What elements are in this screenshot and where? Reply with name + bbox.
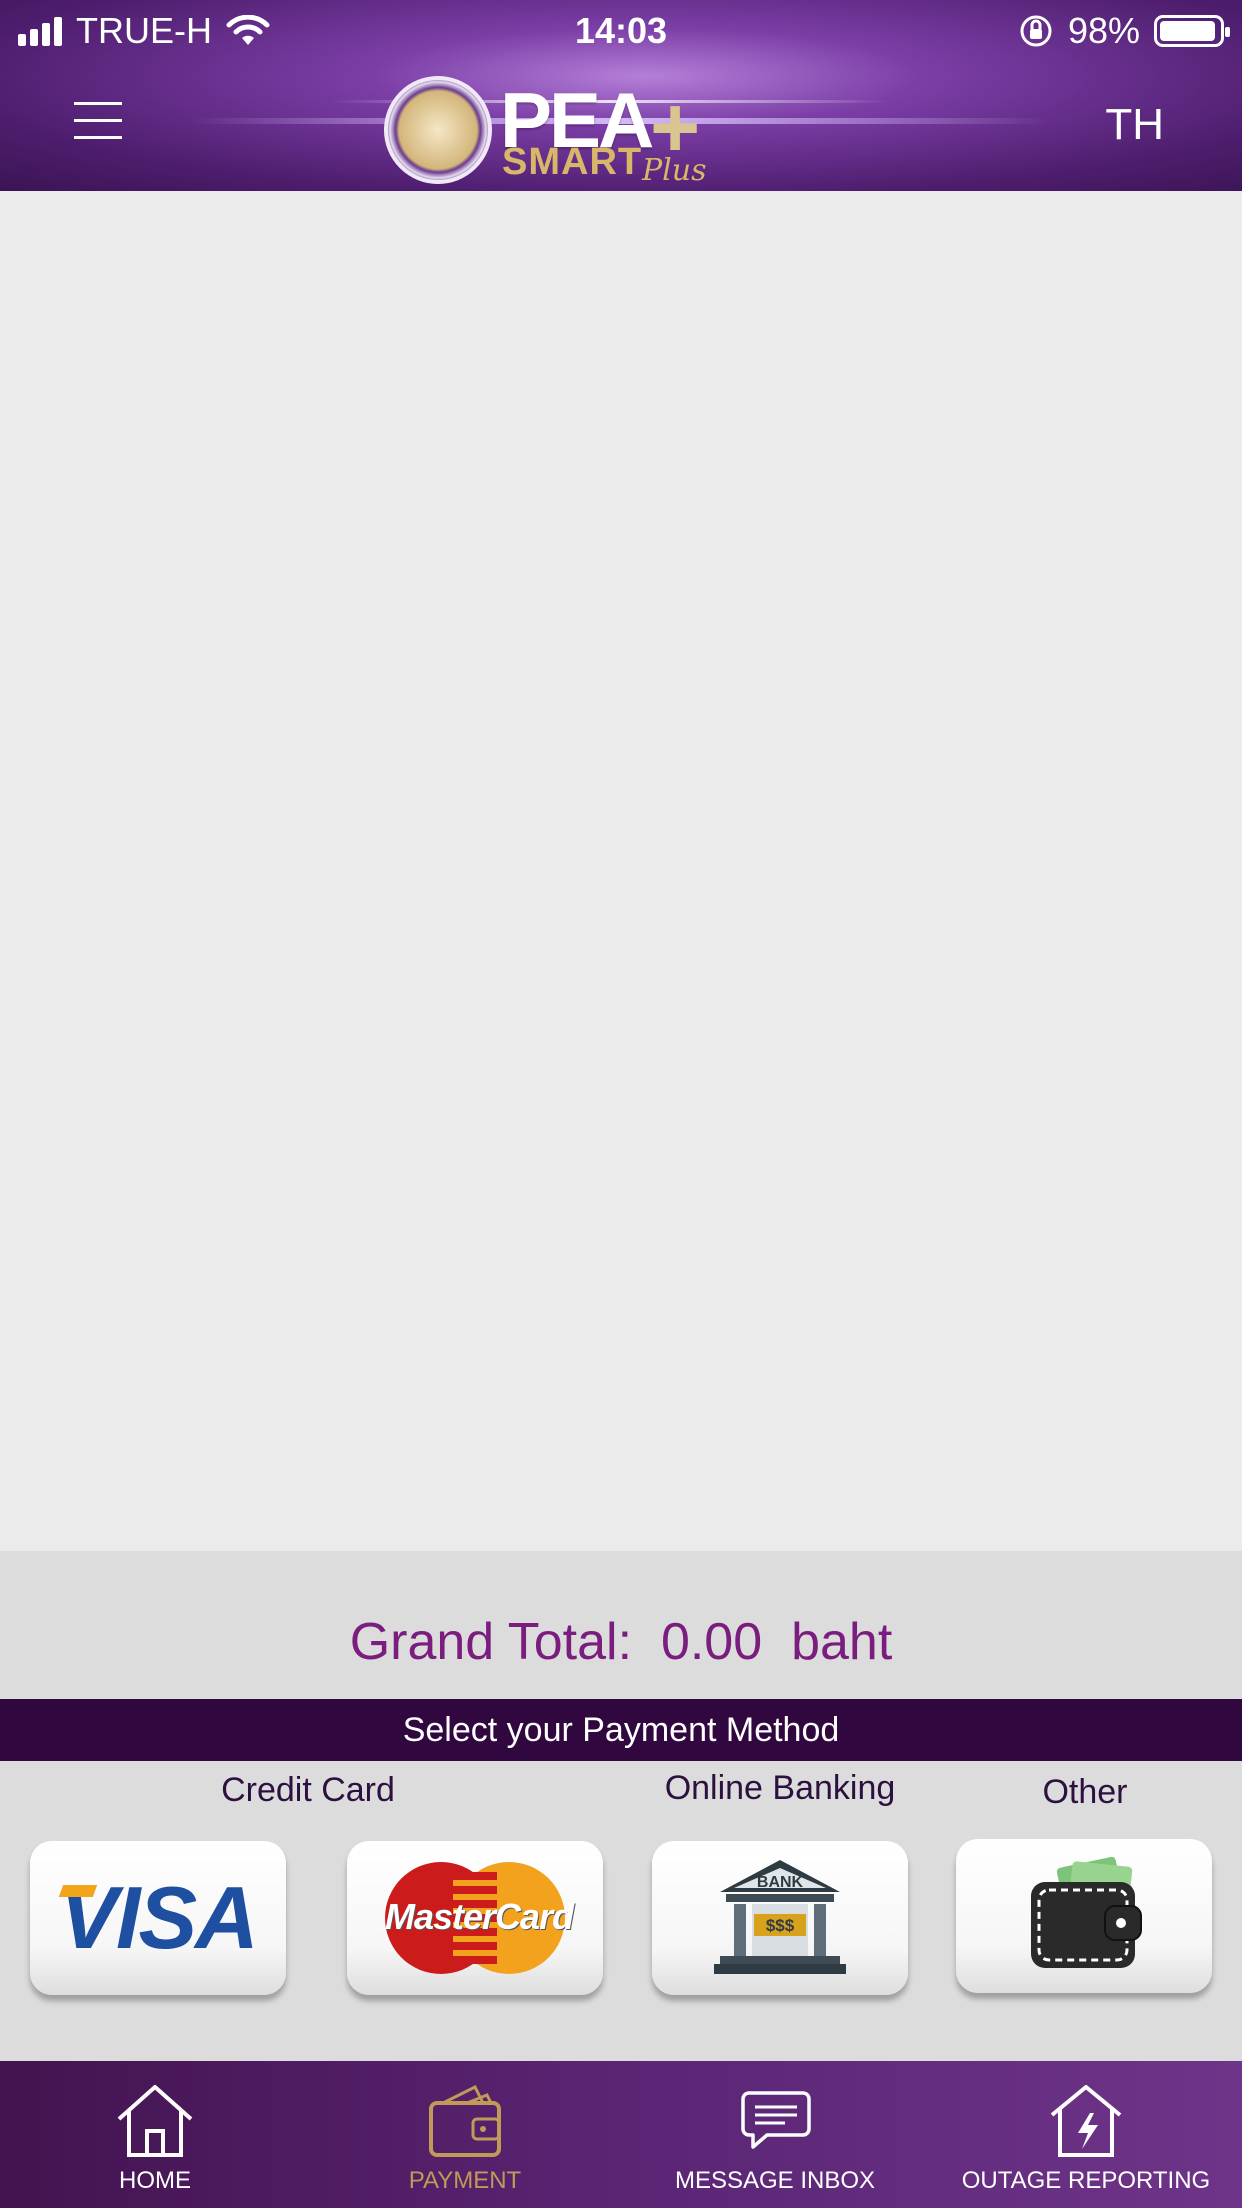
payment-method-heading: Select your Payment Method — [0, 1699, 1242, 1761]
svg-text:$$$: $$$ — [766, 1916, 795, 1935]
tab-outage-reporting-label: OUTAGE REPORTING — [961, 2167, 1211, 2194]
status-bar: TRUE-H 14:03 98% — [0, 0, 1242, 62]
logo-wordmark: PEA + SMART Plus — [500, 76, 707, 188]
mastercard-logo: MasterCard — [385, 1862, 574, 1974]
outage-icon — [1050, 2085, 1122, 2157]
wallet-icon — [1031, 1856, 1142, 1968]
online-banking-label: Online Banking — [664, 1769, 896, 1807]
orientation-lock-icon — [1020, 15, 1052, 47]
tab-home-label: HOME — [119, 2167, 191, 2194]
tab-home[interactable]: HOME — [0, 2061, 310, 2208]
tab-payment[interactable]: PAYMENT — [310, 2061, 620, 2208]
mastercard-button[interactable]: MasterCard — [347, 1841, 603, 1995]
grand-total-amount: 0.00 — [660, 1613, 763, 1671]
hamburger-menu-icon[interactable] — [74, 102, 122, 142]
online-banking-button[interactable]: BANK $$$ — [652, 1841, 908, 1995]
status-right: 98% — [1018, 10, 1230, 52]
tab-outage-reporting[interactable]: OUTAGE REPORTING — [930, 2061, 1242, 2208]
tab-message-inbox-label: MESSAGE INBOX — [674, 2167, 876, 2194]
battery-icon — [1154, 15, 1230, 47]
battery-percent: 98% — [1067, 10, 1140, 51]
wallet-icon — [429, 2084, 501, 2157]
visa-button[interactable]: VISA — [30, 1841, 286, 1995]
credit-card-label: Credit Card — [221, 1771, 395, 1809]
tab-payment-label: PAYMENT — [408, 2167, 522, 2194]
other-payment-button[interactable] — [956, 1839, 1212, 1993]
chat-icon — [741, 2091, 811, 2149]
pea-seal-icon — [384, 76, 492, 184]
grand-total-label: Grand Total: — [349, 1613, 633, 1671]
other-label: Other — [1042, 1773, 1128, 1811]
bottom-tab-bar: HOME PAYMENT MESSAGE INBOX OUTAGE REPORT… — [0, 2061, 1242, 2208]
grand-total: Grand Total: 0.00 baht — [0, 1612, 1242, 1672]
language-toggle-button[interactable]: TH — [1105, 100, 1164, 150]
payment-methods-panel: Credit Card Online Banking Other VISA Ma… — [0, 1761, 1242, 2061]
svg-text:BANK: BANK — [757, 1874, 804, 1891]
payment-screen: TRUE-H 14:03 98% PEA + SMART Plus TH Gra… — [0, 0, 1242, 2208]
bank-icon: BANK $$$ — [714, 1860, 846, 1974]
grand-total-currency: baht — [791, 1613, 893, 1671]
visa-logo: VISA — [59, 1868, 258, 1967]
bill-list-area — [0, 191, 1242, 1551]
pea-smart-plus-logo: PEA + SMART Plus — [384, 72, 720, 188]
home-icon — [117, 2085, 193, 2157]
tab-message-inbox[interactable]: MESSAGE INBOX — [620, 2061, 930, 2208]
app-header: TRUE-H 14:03 98% PEA + SMART Plus TH — [0, 0, 1242, 191]
